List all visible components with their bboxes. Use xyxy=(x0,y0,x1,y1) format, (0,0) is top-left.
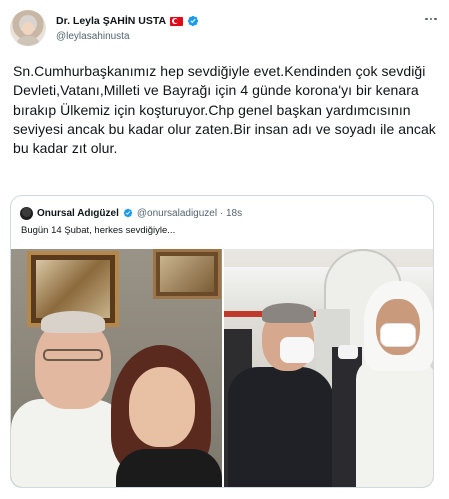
tweet-body-text: Sn.Cumhurbaşkanımız hep sevdiğiyle evet.… xyxy=(13,63,436,157)
author-name-row: Dr. Leyla ŞAHİN USTA xyxy=(56,13,199,29)
author-handle[interactable]: @leylasahinusta xyxy=(56,31,130,42)
airport-greeting-photo[interactable] xyxy=(224,249,433,487)
quoted-author-handle: @onursaladiguzel · 18s xyxy=(136,207,243,219)
author-avatar[interactable] xyxy=(10,10,46,46)
turkey-flag-icon xyxy=(170,16,184,26)
verified-badge-icon xyxy=(123,208,133,218)
more-options-icon[interactable] xyxy=(422,12,440,26)
author-display-name[interactable]: Dr. Leyla ŞAHİN USTA xyxy=(56,15,166,27)
selfie-photo[interactable] xyxy=(11,249,222,487)
verified-badge-icon xyxy=(187,15,199,27)
quoted-author-avatar xyxy=(20,206,33,220)
quoted-tweet-header: Onursal Adıgüzel @onursaladiguzel · 18s xyxy=(20,206,242,220)
quoted-tweet-card[interactable]: Onursal Adıgüzel @onursaladiguzel · 18s … xyxy=(10,195,434,488)
quoted-tweet-media xyxy=(11,249,433,487)
tweet-header: Dr. Leyla ŞAHİN USTA @leylasahinusta xyxy=(10,10,440,50)
quoted-author-name: Onursal Adıgüzel xyxy=(37,207,119,219)
quoted-tweet-text: Bugün 14 Şubat, herkes sevdiğiyle... xyxy=(21,225,176,236)
